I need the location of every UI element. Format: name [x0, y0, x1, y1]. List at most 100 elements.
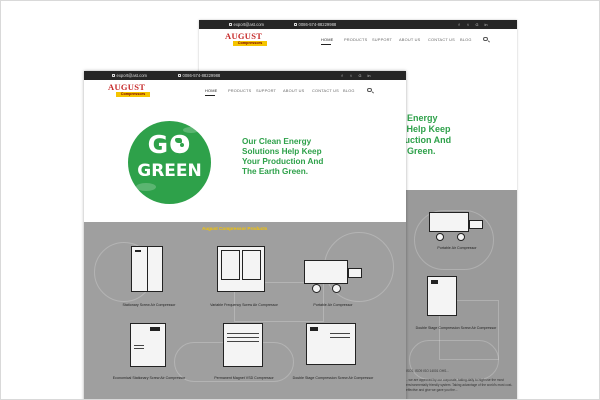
tagline-line: duction And — [399, 135, 452, 145]
screenshot-frame: export@ast.com 0086-574-88229988 f t G i… — [0, 0, 600, 400]
logo-subtitle: Compressors — [233, 40, 267, 46]
wheel-icon — [332, 284, 341, 293]
nav-support[interactable]: SUPPORT — [372, 29, 392, 50]
nav-bar: AUGUST Compressors HOME PRODUCTS SUPPORT… — [199, 29, 517, 50]
badge-green-text: GREEN — [137, 161, 202, 181]
vent-line — [134, 345, 144, 346]
nav-blog[interactable]: BLOG — [343, 80, 355, 101]
product-caption[interactable]: Double Stage Compression Screw Air Compr… — [415, 326, 497, 330]
phone-contact[interactable]: 0086-574-88229988 — [294, 20, 336, 29]
product-caption[interactable]: Economical Stationary Screw Air Compress… — [108, 376, 190, 380]
tow-hitch — [348, 268, 362, 278]
logo-wordmark: AUGUST — [108, 82, 146, 92]
brand-plate — [310, 327, 318, 331]
twitter-icon[interactable]: t — [466, 23, 470, 27]
top-bar: export@ast.com 0086-574-88229988 f t G i… — [199, 20, 517, 29]
brand-plate — [150, 327, 160, 331]
august-logo[interactable]: AUGUST Compressors — [225, 32, 267, 47]
products-section: August Compressor Products Stationary Sc… — [84, 222, 406, 399]
nav-bar: AUGUST Compressors HOME PRODUCTS SUPPORT… — [84, 80, 406, 101]
product-image — [116, 244, 182, 292]
facebook-icon[interactable]: f — [340, 74, 344, 78]
grunge-texture — [183, 127, 199, 133]
search-icon[interactable] — [483, 36, 488, 41]
email-text: export@ast.com — [233, 22, 265, 27]
brand-plate — [431, 280, 438, 284]
compressor-drawing — [469, 220, 483, 229]
nav-contact-us[interactable]: CONTACT US — [428, 29, 455, 50]
panel-door — [221, 250, 240, 280]
product-caption[interactable]: Double Stage Compression Screw Air Compr… — [292, 376, 374, 380]
product-image — [211, 319, 277, 367]
google-icon[interactable]: G — [358, 74, 362, 78]
tagline-line: Your Production And — [242, 157, 324, 166]
certification-text: ISO1, ISO9 ISO 14001 OHS... — [406, 369, 449, 373]
product-caption[interactable]: Permanent Magnet VSD Compressor — [203, 376, 285, 380]
vent-line — [227, 341, 259, 342]
google-icon[interactable]: G — [475, 23, 479, 27]
nav-products[interactable]: PRODUCTS — [344, 29, 367, 50]
panel-door — [242, 250, 261, 280]
search-icon[interactable] — [367, 87, 372, 92]
tagline-line: s Help Keep — [399, 124, 451, 134]
email-contact[interactable]: export@ast.com — [229, 20, 264, 29]
tagline-line: The Earth Green. — [242, 167, 308, 176]
phone-icon — [294, 23, 297, 27]
phone-contact[interactable]: 0086-574-88229988 — [178, 71, 220, 80]
product-caption[interactable]: Portable Air Compressor — [416, 246, 498, 250]
tagline-line: n Green. — [399, 146, 436, 156]
nav-active-indicator — [321, 44, 331, 45]
wheel-icon — [457, 233, 465, 241]
logo-wordmark: AUGUST — [225, 31, 263, 41]
wheel-icon — [436, 233, 444, 241]
facebook-icon[interactable]: f — [457, 23, 461, 27]
product-image — [300, 319, 366, 365]
mail-icon — [229, 23, 232, 27]
vent-line — [330, 333, 350, 334]
wheel-icon — [312, 284, 321, 293]
nav-active-indicator — [205, 95, 215, 96]
nav-blog[interactable]: BLOG — [460, 29, 472, 50]
email-text: export@ast.com — [116, 73, 148, 78]
hero-banner: GO GREEN Our Clean Energy Solutions Help… — [84, 101, 406, 222]
logo-subtitle: Compressors — [116, 91, 150, 97]
schematic-line — [409, 340, 499, 380]
product-caption[interactable]: Variable Frequency Screw Air Compressor — [203, 303, 285, 307]
nav-contact-us[interactable]: CONTACT US — [312, 80, 339, 101]
compressor-drawing — [429, 212, 469, 232]
nav-about-us[interactable]: ABOUT US — [283, 80, 304, 101]
phone-icon — [178, 74, 181, 78]
badge-go-text: GO — [147, 130, 192, 159]
vent-line — [227, 333, 259, 334]
mail-icon — [112, 74, 115, 78]
linkedin-icon[interactable]: in — [367, 74, 371, 78]
product-image — [211, 244, 277, 292]
phone-text: 0086-574-88229988 — [298, 22, 337, 27]
august-logo[interactable]: AUGUST Compressors — [108, 83, 150, 98]
nav-home[interactable]: HOME — [321, 29, 333, 50]
section-title: August Compressor Products — [202, 226, 268, 231]
brand-plate — [135, 250, 141, 252]
hero-tagline: Our Clean Energy Solutions Help Keep You… — [242, 137, 392, 177]
go-green-badge: GO GREEN — [128, 121, 211, 204]
tagline-line: Solutions Help Keep — [242, 147, 322, 156]
product-image — [116, 319, 182, 367]
about-paragraph: ...we are approved by our corporate, tak… — [406, 378, 513, 392]
product-caption[interactable]: Portable Air Compressor — [292, 303, 374, 307]
website-preview-front: export@ast.com 0086-574-88229988 f t G i… — [84, 71, 406, 399]
compressor-drawing — [223, 323, 263, 367]
phone-text: 0086-574-88229988 — [182, 73, 221, 78]
email-contact[interactable]: export@ast.com — [112, 71, 147, 80]
nav-home[interactable]: HOME — [205, 80, 217, 101]
nav-support[interactable]: SUPPORT — [256, 80, 276, 101]
twitter-icon[interactable]: t — [349, 74, 353, 78]
linkedin-icon[interactable]: in — [484, 23, 488, 27]
nav-about-us[interactable]: ABOUT US — [399, 29, 420, 50]
product-image — [423, 276, 489, 322]
tagline-line: Our Clean Energy — [242, 137, 312, 146]
compressor-drawing — [304, 260, 348, 284]
product-image — [424, 204, 490, 250]
product-image — [300, 252, 366, 298]
product-caption[interactable]: Stationary Screw Air Compressor — [108, 303, 190, 307]
nav-products[interactable]: PRODUCTS — [228, 80, 251, 101]
